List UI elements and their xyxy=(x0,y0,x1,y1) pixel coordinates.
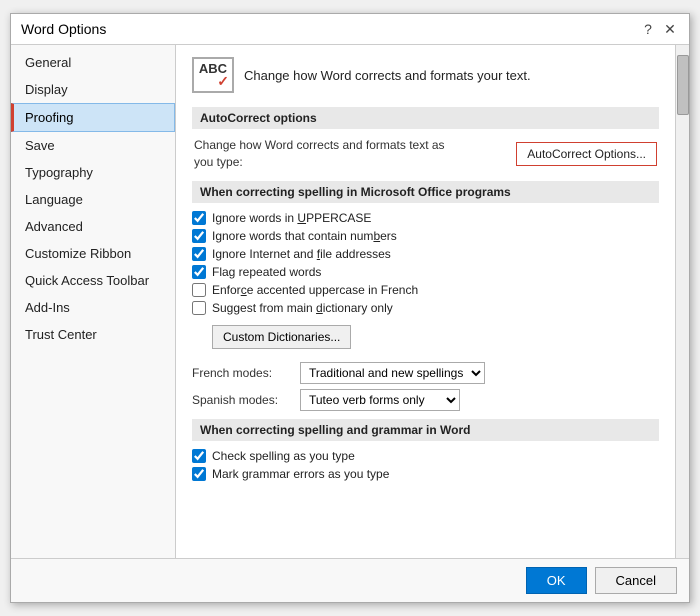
french-modes-row: French modes: Traditional and new spelli… xyxy=(192,362,659,384)
sidebar-item-typography[interactable]: Typography xyxy=(11,159,175,186)
sidebar-item-advanced[interactable]: Advanced xyxy=(11,213,175,240)
checkbox-mark-grammar-label: Mark grammar errors as you type xyxy=(212,467,389,481)
autocorrect-options-button[interactable]: AutoCorrect Options... xyxy=(516,142,657,166)
sidebar-item-general[interactable]: General xyxy=(11,49,175,76)
dialog-footer: OK Cancel xyxy=(11,558,689,602)
french-modes-select[interactable]: Traditional and new spellings xyxy=(300,362,485,384)
checkbox-numbers-label: Ignore words that contain numbers xyxy=(212,229,397,243)
checkbox-internet-input[interactable] xyxy=(192,247,206,261)
header-text: Change how Word corrects and formats you… xyxy=(244,68,531,83)
help-button[interactable]: ? xyxy=(639,20,657,38)
cancel-button[interactable]: Cancel xyxy=(595,567,677,594)
checkbox-repeated: Flag repeated words xyxy=(192,265,659,279)
main-content: ABC Change how Word corrects and formats… xyxy=(176,45,675,558)
checkbox-main-dict-label: Suggest from main dictionary only xyxy=(212,301,393,315)
checkbox-uppercase: Ignore words in UPPERCASE xyxy=(192,211,659,225)
checkbox-main-dict: Suggest from main dictionary only xyxy=(192,301,659,315)
sidebar-item-language[interactable]: Language xyxy=(11,186,175,213)
spelling-section-header: When correcting spelling in Microsoft Of… xyxy=(192,181,659,203)
dialog-body: General Display Proofing Save Typography… xyxy=(11,45,689,558)
checkbox-repeated-input[interactable] xyxy=(192,265,206,279)
custom-dictionaries-button[interactable]: Custom Dictionaries... xyxy=(212,325,351,349)
sidebar-item-proofing[interactable]: Proofing xyxy=(11,103,175,132)
sidebar-item-quick-access[interactable]: Quick Access Toolbar xyxy=(11,267,175,294)
checkbox-internet-label: Ignore Internet and file addresses xyxy=(212,247,391,261)
ok-button[interactable]: OK xyxy=(526,567,587,594)
sidebar-item-add-ins[interactable]: Add-Ins xyxy=(11,294,175,321)
dialog-title: Word Options xyxy=(21,21,106,37)
abc-icon: ABC xyxy=(192,57,234,93)
sidebar-item-save[interactable]: Save xyxy=(11,132,175,159)
grammar-section-header: When correcting spelling and grammar in … xyxy=(192,419,659,441)
checkbox-check-spelling: Check spelling as you type xyxy=(192,449,659,463)
sidebar-item-trust-center[interactable]: Trust Center xyxy=(11,321,175,348)
spanish-modes-row: Spanish modes: Tuteo verb forms only xyxy=(192,389,659,411)
checkbox-mark-grammar-input[interactable] xyxy=(192,467,206,481)
sidebar-item-customize-ribbon[interactable]: Customize Ribbon xyxy=(11,240,175,267)
checkbox-uppercase-label: Ignore words in UPPERCASE xyxy=(212,211,371,225)
checkbox-check-spelling-input[interactable] xyxy=(192,449,206,463)
scrollbar[interactable] xyxy=(675,45,689,558)
sidebar-item-display[interactable]: Display xyxy=(11,76,175,103)
spanish-modes-label: Spanish modes: xyxy=(192,393,292,407)
checkbox-french-input[interactable] xyxy=(192,283,206,297)
title-bar: Word Options ? ✕ xyxy=(11,14,689,45)
autocorrect-description: Change how Word corrects and formats tex… xyxy=(194,137,454,171)
checkbox-numbers-input[interactable] xyxy=(192,229,206,243)
close-button[interactable]: ✕ xyxy=(661,20,679,38)
checkbox-french: Enforce accented uppercase in French xyxy=(192,283,659,297)
checkbox-french-label: Enforce accented uppercase in French xyxy=(212,283,418,297)
spanish-modes-select[interactable]: Tuteo verb forms only xyxy=(300,389,460,411)
checkbox-internet: Ignore Internet and file addresses xyxy=(192,247,659,261)
word-options-dialog: Word Options ? ✕ General Display Proofin… xyxy=(10,13,690,603)
checkbox-repeated-label: Flag repeated words xyxy=(212,265,321,279)
autocorrect-section-header: AutoCorrect options xyxy=(192,107,659,129)
checkbox-uppercase-input[interactable] xyxy=(192,211,206,225)
autocorrect-row: Change how Word corrects and formats tex… xyxy=(192,137,659,171)
header-row: ABC Change how Word corrects and formats… xyxy=(192,57,659,93)
checkbox-mark-grammar: Mark grammar errors as you type xyxy=(192,467,659,481)
sidebar: General Display Proofing Save Typography… xyxy=(11,45,176,558)
checkbox-check-spelling-label: Check spelling as you type xyxy=(212,449,355,463)
french-modes-label: French modes: xyxy=(192,366,292,380)
title-bar-controls: ? ✕ xyxy=(639,20,679,38)
checkbox-numbers: Ignore words that contain numbers xyxy=(192,229,659,243)
scrollbar-thumb[interactable] xyxy=(677,55,689,115)
checkbox-main-dict-input[interactable] xyxy=(192,301,206,315)
